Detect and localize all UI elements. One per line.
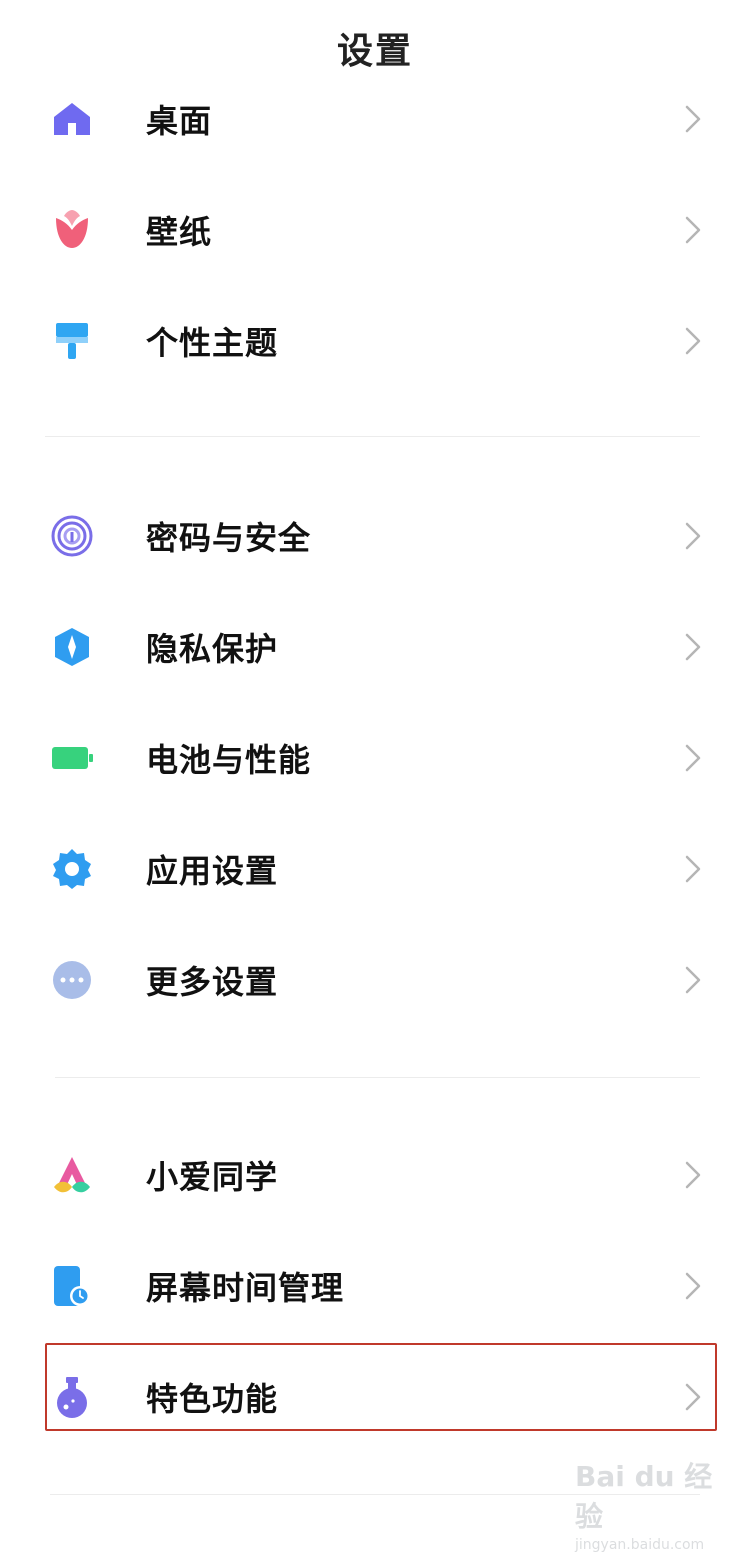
- settings-item-label: 特色功能: [146, 1380, 279, 1418]
- section-divider: [45, 436, 700, 437]
- more-icon: [50, 958, 94, 1002]
- settings-item-special-features[interactable]: 特色功能: [0, 1342, 750, 1452]
- settings-item-battery-performance[interactable]: 电池与性能: [0, 703, 750, 813]
- baidu-watermark: Bai du 经验 jingyan.baidu.com: [575, 1455, 725, 1553]
- settings-item-label: 密码与安全: [146, 519, 312, 557]
- chevron-right-icon: [682, 632, 704, 662]
- settings-item-desktop[interactable]: 桌面: [0, 64, 750, 174]
- chevron-right-icon: [682, 965, 704, 995]
- settings-item-label: 小爱同学: [146, 1158, 279, 1196]
- watermark-main: Bai du 经验: [575, 1460, 713, 1533]
- xiaoai-icon: [50, 1153, 94, 1197]
- chevron-right-icon: [682, 104, 704, 134]
- chevron-right-icon: [682, 521, 704, 551]
- settings-item-more-settings[interactable]: 更多设置: [0, 925, 750, 1035]
- settings-item-privacy[interactable]: 隐私保护: [0, 592, 750, 702]
- settings-item-label: 电池与性能: [146, 741, 312, 779]
- section-divider: [55, 1077, 700, 1078]
- battery-icon: [50, 736, 94, 780]
- shield-icon: [50, 625, 94, 669]
- gear-icon: [50, 847, 94, 891]
- settings-item-password-security[interactable]: 密码与安全: [0, 481, 750, 591]
- chevron-right-icon: [682, 1382, 704, 1412]
- watermark-sub: jingyan.baidu.com: [575, 1537, 705, 1553]
- brush-icon: [50, 319, 94, 363]
- settings-item-label: 更多设置: [146, 963, 279, 1001]
- settings-item-screen-time[interactable]: 屏幕时间管理: [0, 1231, 750, 1341]
- settings-item-label: 隐私保护: [146, 630, 279, 668]
- tulip-icon: [50, 208, 94, 252]
- flask-icon: [50, 1375, 94, 1419]
- settings-item-theme[interactable]: 个性主题: [0, 286, 750, 396]
- chevron-right-icon: [682, 215, 704, 245]
- home-icon: [50, 97, 94, 141]
- settings-item-label: 桌面: [146, 102, 213, 140]
- settings-item-wallpaper[interactable]: 壁纸: [0, 175, 750, 285]
- chevron-right-icon: [682, 743, 704, 773]
- chevron-right-icon: [682, 326, 704, 356]
- settings-item-label: 屏幕时间管理: [146, 1269, 345, 1307]
- settings-item-label: 壁纸: [146, 213, 213, 251]
- chevron-right-icon: [682, 1160, 704, 1190]
- settings-item-app-settings[interactable]: 应用设置: [0, 814, 750, 924]
- chevron-right-icon: [682, 1271, 704, 1301]
- settings-item-label: 个性主题: [146, 324, 279, 362]
- fingerprint-icon: [50, 514, 94, 558]
- settings-item-label: 应用设置: [146, 852, 279, 890]
- settings-item-xiaoai[interactable]: 小爱同学: [0, 1120, 750, 1230]
- chevron-right-icon: [682, 854, 704, 884]
- screen-time-icon: [50, 1264, 94, 1308]
